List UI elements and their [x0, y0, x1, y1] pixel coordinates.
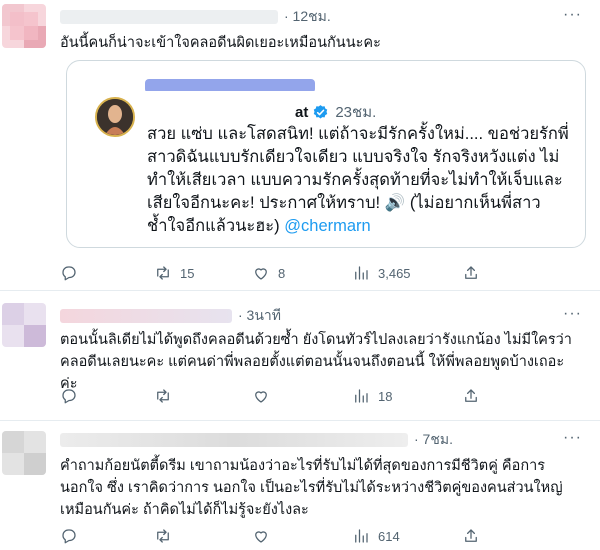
blurred-quote-header: [145, 79, 315, 91]
avatar[interactable]: [2, 4, 46, 48]
share-icon: [465, 389, 477, 402]
share-icon: [465, 266, 477, 279]
blurred-username[interactable]: [60, 10, 278, 24]
views-button[interactable]: 614: [352, 527, 462, 545]
share-button[interactable]: [462, 527, 480, 545]
retweet-icon: [157, 389, 169, 403]
views-button[interactable]: 3,465: [352, 264, 462, 282]
tweet-header: · 7ชม.: [60, 429, 453, 451]
quote-avatar[interactable]: [95, 97, 135, 137]
timestamp[interactable]: · 3นาที: [238, 305, 281, 327]
quoted-tweet[interactable]: at 23ชม. สวย แซ่บ และโสดสนิท! แต่ถ้าจะมี…: [66, 60, 586, 248]
blurred-username[interactable]: [60, 309, 232, 323]
tweet[interactable]: · 12ชม. ··· อันนี้คนก็น่าจะเข้าใจคลอดีนผ…: [0, 0, 600, 291]
retweet-button[interactable]: [154, 387, 252, 405]
reply-icon: [62, 389, 76, 404]
like-button[interactable]: 8: [252, 264, 352, 282]
more-icon[interactable]: ···: [563, 305, 582, 323]
quote-handle[interactable]: at: [295, 104, 308, 121]
reply-button[interactable]: [60, 527, 154, 545]
like-icon: [255, 531, 267, 543]
view-count: 18: [378, 388, 393, 404]
view-count: 3,465: [378, 265, 411, 281]
reply-icon: [62, 529, 76, 544]
action-bar: 15 8 3,465: [60, 262, 490, 284]
tweet[interactable]: · 7ชม. ··· คำถามก้อยนัตตี้ดรีม เขาถามน้อ…: [0, 421, 600, 550]
like-count: 8: [278, 265, 286, 281]
reply-button[interactable]: [60, 387, 154, 405]
like-icon: [255, 391, 267, 403]
share-button[interactable]: [462, 264, 480, 282]
more-icon[interactable]: ···: [563, 429, 582, 447]
tweet-text: อันนี้คนก็น่าจะเข้าใจคลอดีนผิดเยอะเหมือน…: [60, 35, 381, 51]
timestamp[interactable]: · 7ชม.: [414, 429, 453, 451]
quote-header: at 23ชม.: [147, 100, 376, 124]
tweet-text: คำถามก้อยนัตตี้ดรีม เขาถามน้องว่าอะไรที่…: [60, 458, 563, 518]
views-icon: [355, 389, 368, 403]
view-count: 614: [378, 528, 400, 544]
retweet-icon: [157, 266, 169, 280]
retweet-icon: [157, 529, 169, 543]
quote-text: สวย แซ่บ และโสดสนิท! แต่ถ้าจะมีรักครั้งใ…: [147, 123, 577, 238]
views-icon: [355, 529, 368, 543]
quote-time[interactable]: 23ชม.: [335, 100, 376, 124]
more-icon[interactable]: ···: [563, 6, 582, 24]
mention-link[interactable]: @chermarn: [284, 217, 370, 235]
avatar[interactable]: [2, 431, 46, 475]
verified-icon: [314, 104, 328, 119]
like-button[interactable]: [252, 527, 352, 545]
reply-icon: [62, 266, 76, 281]
action-bar: 18: [60, 385, 490, 407]
reply-button[interactable]: [60, 264, 154, 282]
avatar[interactable]: [2, 303, 46, 347]
retweet-button[interactable]: [154, 527, 252, 545]
tweet[interactable]: · 3นาที ··· ตอนนั้นลิเดียไม่ได้พูดถึงคลอ…: [0, 291, 600, 421]
like-button[interactable]: [252, 387, 352, 405]
tweet-header: · 3นาที: [60, 305, 281, 327]
retweet-button[interactable]: 15: [154, 264, 252, 282]
views-icon: [355, 266, 368, 280]
views-button[interactable]: 18: [352, 387, 462, 405]
blurred-username[interactable]: [60, 433, 408, 447]
like-icon: [255, 268, 267, 280]
action-bar: 614: [60, 525, 490, 547]
retweet-count: 15: [180, 265, 195, 281]
share-button[interactable]: [462, 387, 480, 405]
share-icon: [465, 529, 477, 542]
timestamp[interactable]: · 12ชม.: [284, 6, 331, 28]
tweet-header: · 12ชม.: [60, 6, 331, 28]
